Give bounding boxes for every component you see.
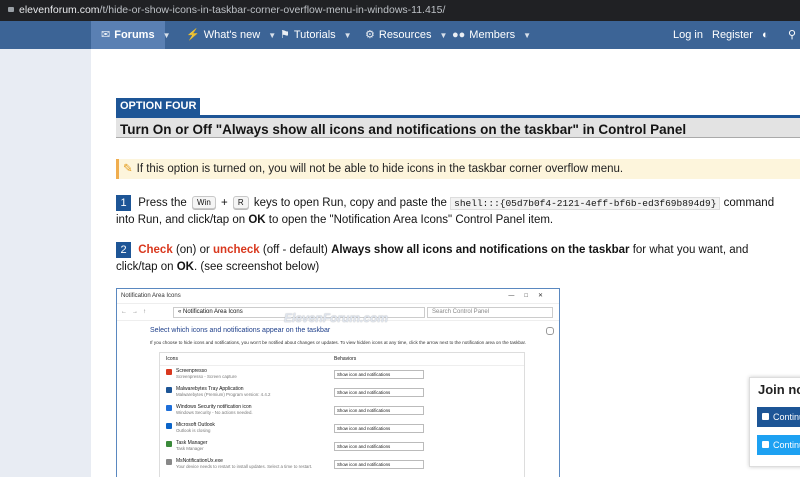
app-subtitle: Windows Security - No actions needed.: [176, 410, 253, 415]
lock-icon: [8, 7, 14, 12]
nav-register[interactable]: Register: [712, 21, 753, 49]
window-search-box: Search Control Panel: [427, 307, 553, 318]
left-gutter: [0, 49, 91, 477]
step-number: 1: [116, 195, 131, 211]
screenshot-image[interactable]: Notification Area Icons —□✕ ←→↑ « Notifi…: [116, 288, 560, 477]
table-row: Microsoft Outlook Outlook is closing Show …: [160, 420, 524, 438]
table-row: Screenpresso Screenpresso - Screen captur…: [160, 366, 524, 384]
window-description: If you choose to hide icons and notifica…: [150, 340, 527, 345]
nav-forums[interactable]: ✉ Forums ▼: [91, 21, 170, 49]
table-row: MsNotificationUx.exe Your device needs to…: [160, 456, 524, 474]
url-domain: elevenforum.com: [19, 4, 100, 16]
step-2: 2 Check (on) or uncheck (off - default) …: [116, 242, 749, 273]
continue-facebook-button[interactable]: Continue: [757, 407, 800, 427]
behavior-select[interactable]: Show icon and notifications: [334, 406, 424, 415]
chevron-down-icon: ▼: [268, 31, 277, 40]
nav-arrows-icon: ←→↑: [121, 309, 151, 315]
behavior-select[interactable]: Show icon and notifications: [334, 388, 424, 397]
join-title: Join no: [758, 382, 800, 397]
watermark: ElevenForum.com: [284, 311, 389, 325]
nav-whats-new[interactable]: ⚡ What's new ▼: [186, 21, 276, 49]
window-heading: Select which icons and notifications app…: [150, 327, 331, 334]
gear-icon: ⚙: [365, 29, 375, 41]
nav-resources[interactable]: ⚙ Resources ▼: [365, 21, 447, 49]
chevron-down-icon: ▼: [439, 31, 448, 40]
article-body: OPTION FOUR Turn On or Off "Always show …: [91, 49, 800, 477]
window-controls-icon: —□✕: [508, 293, 553, 299]
chevron-down-icon: ▼: [343, 31, 352, 40]
join-panel: Join no Continue Continue: [749, 377, 800, 467]
users-icon: ●●: [452, 29, 466, 41]
table-row: Task Manager Task Manager Show icon and no…: [160, 438, 524, 456]
key-win: Win: [191, 196, 216, 209]
twitter-icon: [762, 441, 769, 448]
site-navigation: ✉ Forums ▼ ⚡ What's new ▼ ⚑ Tutorials ▼ ⚙ Resou…: [0, 21, 800, 49]
continue-twitter-button[interactable]: Continue: [757, 435, 800, 455]
app-icon: [166, 423, 172, 429]
window-titlebar: Notification Area Icons —□✕: [117, 289, 559, 304]
option-label: OPTION FOUR: [116, 98, 201, 115]
app-icon: [166, 441, 172, 447]
chevron-down-icon: ▼: [523, 31, 532, 40]
help-icon: [546, 327, 554, 335]
command-code[interactable]: shell:::{05d7b0f4-2121-4eff-bf6b-ed3f69b…: [450, 197, 721, 210]
info-note: ✎ If this option is turned on, you will n…: [116, 159, 800, 179]
chat-icon: ✉: [101, 29, 111, 41]
key-r: R: [232, 196, 249, 209]
edit-icon: ✎: [123, 163, 133, 175]
browser-address-bar[interactable]: elevenforum.com/t/hide-or-show-icons-in-…: [0, 0, 800, 21]
icons-table: Icons Behaviors Screenpresso Screenpresso…: [159, 352, 525, 477]
table-row: Windows Security notification icon Window…: [160, 402, 524, 420]
nav-login[interactable]: Log in: [673, 21, 703, 49]
app-subtitle: Outlook is closing: [176, 428, 211, 433]
search-icon[interactable]: ⚲: [788, 21, 796, 49]
app-subtitle: Screenpresso - Screen capture: [176, 374, 237, 379]
behavior-select[interactable]: Show icon and notifications: [334, 424, 424, 433]
app-icon: [166, 387, 172, 393]
app-subtitle: Task Manager: [176, 446, 204, 451]
app-icon: [166, 459, 172, 465]
step-1: 1 Press the Win + R keys to open Run, co…: [116, 195, 775, 226]
note-text: If this option is turned on, you will no…: [136, 163, 624, 175]
app-subtitle: Your device needs to restart to install …: [176, 464, 313, 469]
app-icon: [166, 405, 172, 411]
behavior-select[interactable]: Show icon and notifications: [334, 442, 424, 451]
theme-toggle-icon[interactable]: ◐: [762, 21, 769, 49]
table-row: Malwarebytes Tray Application Malwarebyte…: [160, 384, 524, 402]
chevron-down-icon: ▼: [162, 31, 171, 40]
app-icon: [166, 369, 172, 375]
behavior-select[interactable]: Show icon and notifications: [334, 460, 424, 469]
app-subtitle: Malwarebytes (Premium) Program version: …: [176, 392, 271, 397]
step-number: 2: [116, 242, 131, 258]
url-path: /t/hide-or-show-icons-in-taskbar-corner-…: [99, 4, 446, 16]
behavior-select[interactable]: Show icon and notifications: [334, 370, 424, 379]
table-header: Icons Behaviors: [160, 353, 524, 366]
facebook-icon: [762, 413, 769, 420]
section-heading: Turn On or Off "Always show all icons an…: [116, 115, 800, 138]
nav-members[interactable]: ●● Members ▼: [452, 21, 531, 49]
graduation-cap-icon: ⚑: [280, 29, 290, 41]
lightning-icon: ⚡: [186, 29, 200, 41]
nav-tutorials[interactable]: ⚑ Tutorials ▼: [280, 21, 352, 49]
